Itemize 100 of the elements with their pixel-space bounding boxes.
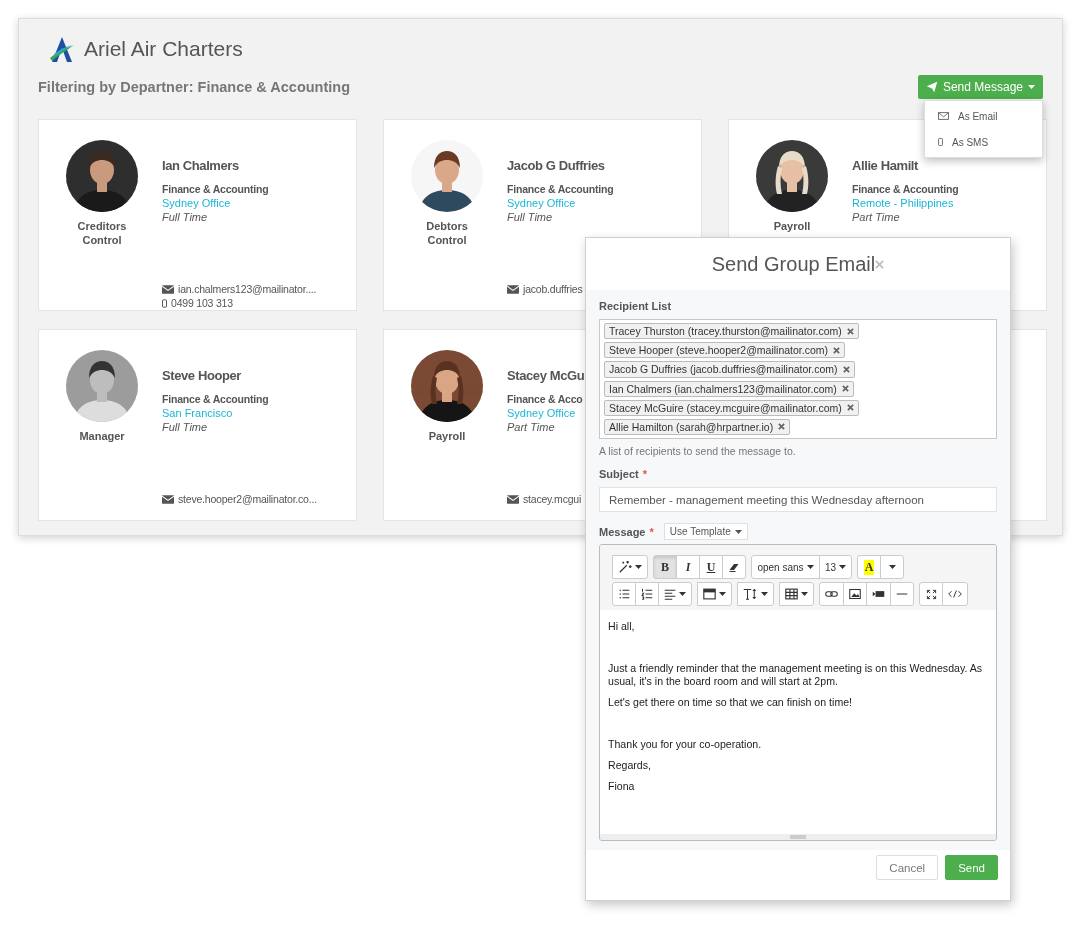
help-text: A list of recipients to send the message to. xyxy=(599,445,797,457)
company-name: Ariel Air Charters xyxy=(84,37,243,61)
caret-icon xyxy=(1028,85,1035,89)
link-icon xyxy=(825,589,838,599)
toolbar-button[interactable] xyxy=(612,582,636,606)
message-paragraph: Regards, xyxy=(608,759,652,772)
remove-icon xyxy=(778,423,786,431)
employee-name: Stacey McGu xyxy=(507,368,585,384)
numbered-list-icon xyxy=(641,588,653,600)
toolbar-button[interactable] xyxy=(737,582,774,606)
toolbar-button[interactable] xyxy=(635,582,659,606)
employment-type: Full Time xyxy=(507,210,553,224)
remove-icon xyxy=(846,404,854,412)
logo-icon xyxy=(49,35,75,63)
phone-number: 0499 103 313 xyxy=(171,296,233,310)
mobile-phone-icon xyxy=(938,138,943,146)
envelope-icon xyxy=(507,284,519,294)
paper-plane-icon xyxy=(925,81,938,93)
department: Finance & Acco xyxy=(507,392,583,406)
office-location: Sydney Office xyxy=(507,196,576,210)
recipient-tag: Steve Hooper (steve.hooper2@mailinator.com) xyxy=(604,342,845,359)
email-address: steve.hooper2@mailinator.co... xyxy=(178,492,317,506)
toolbar-button[interactable] xyxy=(919,582,943,606)
toolbar-button[interactable]: U xyxy=(699,555,723,579)
envelope-icon xyxy=(162,494,174,504)
dropdown-button[interactable]: 13 xyxy=(819,555,853,579)
window-icon xyxy=(703,588,716,600)
toolbar-button[interactable] xyxy=(722,555,746,579)
remove-icon xyxy=(833,346,840,354)
department: Finance & Accounting xyxy=(507,182,614,196)
recipient-tag: Stacey McGuire (stacey.mcguire@mailinator.com) xyxy=(604,399,859,416)
recipient-field[interactable] xyxy=(599,319,997,439)
toolbar-button[interactable]: I xyxy=(676,555,700,579)
toolbar-button[interactable] xyxy=(779,582,814,606)
employee-name: Allie Hamilt xyxy=(852,158,918,174)
field-label: Subject xyxy=(599,467,639,481)
caret-icon xyxy=(888,565,896,569)
dropdown-button[interactable]: open sans xyxy=(751,555,820,579)
recipient-tag: Jacob G Duffries (jacob.duffries@mailinator.com) xyxy=(604,361,855,378)
horizontal-line-icon xyxy=(896,592,908,596)
message-paragraph: Hi all, xyxy=(608,620,636,633)
email-address: stacey.mcgui xyxy=(523,492,582,506)
template-dropdown[interactable]: Use Template xyxy=(663,523,748,540)
toolbar-button[interactable]: B xyxy=(653,555,677,579)
menu-item[interactable]: As Email xyxy=(925,103,1042,129)
employee-name: Steve Hooper xyxy=(162,368,241,384)
employment-type: Part Time xyxy=(852,210,900,224)
job-title: Manager xyxy=(78,429,126,443)
toolbar-button[interactable] xyxy=(819,582,844,606)
magic-wand-icon xyxy=(618,560,632,574)
job-title: Creditors Control xyxy=(76,219,128,247)
cancel-button[interactable]: Cancel xyxy=(876,855,939,880)
office-location: Remote - Philippines xyxy=(852,196,954,210)
recipient-tag: Tracey Thurston (tracey.thurston@mailinator.com) xyxy=(604,323,859,340)
department: Finance & Accounting xyxy=(852,182,959,196)
highlight-button[interactable]: A xyxy=(857,555,882,579)
remove-icon xyxy=(846,327,854,335)
menu-item[interactable]: As SMS xyxy=(925,129,1042,155)
department: Finance & Accounting xyxy=(162,182,269,196)
toolbar-button[interactable] xyxy=(612,555,648,579)
toolbar-button[interactable] xyxy=(843,582,867,606)
office-location: San Francisco xyxy=(162,406,233,420)
employee-name: Jacob G Duffries xyxy=(507,158,605,174)
remove-icon xyxy=(841,385,849,393)
employment-type: Full Time xyxy=(162,420,208,434)
subject-field[interactable]: Remember - management meeting this Wednesday afternoon xyxy=(599,487,997,512)
email-address: ian.chalmers123@mailinator.... xyxy=(178,282,317,296)
fullscreen-icon xyxy=(925,588,937,600)
office-location: Sydney Office xyxy=(507,406,576,420)
employment-type: Full Time xyxy=(162,210,208,224)
remove-icon xyxy=(842,365,850,373)
envelope-icon xyxy=(162,284,174,294)
filter-heading: Filtering by Departner: Finance & Accounting xyxy=(38,79,351,95)
message-paragraph: Just a friendly reminder that the management meeting is on this Wednesday. As usual, it's in the board room and will start at 2pm. xyxy=(608,662,984,688)
caret-icon xyxy=(734,529,742,534)
code-icon xyxy=(948,589,962,599)
job-title: Payroll xyxy=(427,429,467,443)
toolbar-button[interactable] xyxy=(866,582,891,606)
office-location: Sydney Office xyxy=(162,196,231,210)
align-icon xyxy=(664,588,676,600)
employment-type: Part Time xyxy=(507,420,555,434)
email-address: jacob.duffries xyxy=(523,282,583,296)
message-paragraph: Let's get there on time so that we can finish on time! xyxy=(608,696,854,709)
required-mark: * xyxy=(642,467,647,481)
envelope-icon xyxy=(938,112,949,120)
message-body[interactable] xyxy=(600,610,996,834)
message-paragraph: Thank you for your co-operation. xyxy=(608,738,763,751)
bulleted-list-icon xyxy=(618,588,630,600)
recipient-tag: Allie Hamilton (sarah@hrpartner.io) xyxy=(604,418,791,436)
text-height-icon xyxy=(743,588,758,600)
toolbar-button[interactable] xyxy=(697,582,732,606)
employee-name: Ian Chalmers xyxy=(162,158,239,174)
toolbar-button[interactable] xyxy=(658,582,692,606)
field-label: Recipient List xyxy=(599,299,673,313)
department: Finance & Accounting xyxy=(162,392,269,406)
message-paragraph: Fiona xyxy=(608,780,636,793)
close-icon xyxy=(875,259,885,269)
job-title: Debtors Control xyxy=(425,219,469,247)
video-icon xyxy=(872,589,885,599)
resize-handle-icon xyxy=(790,835,806,839)
